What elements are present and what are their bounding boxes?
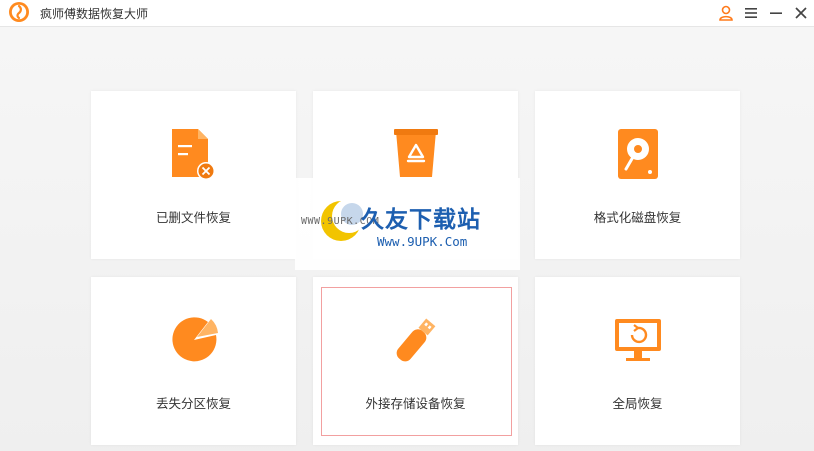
close-icon[interactable] xyxy=(791,3,811,23)
card-label: 格式化磁盘恢复 xyxy=(593,210,682,225)
card-format-disk-recovery[interactable]: 格式化磁盘恢复 xyxy=(535,91,740,259)
card-external-storage-recovery[interactable]: 外接存储设备恢复 xyxy=(313,277,518,445)
card-global-recovery[interactable]: 全局恢复 xyxy=(535,277,740,445)
app-logo-icon xyxy=(9,2,29,22)
user-icon[interactable] xyxy=(716,3,736,23)
minimize-icon[interactable] xyxy=(766,3,786,23)
card-deleted-file-recovery[interactable]: 已删文件恢复 xyxy=(91,91,296,259)
card-lost-partition-recovery[interactable]: 丢失分区恢复 xyxy=(91,277,296,445)
card-label: 丢失分区恢复 xyxy=(155,396,231,411)
monitor-restore-icon xyxy=(615,319,661,361)
lost-partition-icon xyxy=(172,317,218,362)
watermark-url: Www.9UPK.Com xyxy=(377,234,468,249)
title-bar: 疯师傅数据恢复大师 xyxy=(0,0,814,27)
watermark-title: 久友下载站 xyxy=(361,207,481,233)
deleted-file-icon xyxy=(172,129,215,180)
card-label: 已删文件恢复 xyxy=(155,210,231,225)
card-label: 全局恢复 xyxy=(612,396,663,411)
recycle-bin-icon xyxy=(394,129,438,177)
app-title: 疯师傅数据恢复大师 xyxy=(40,7,149,21)
usb-drive-icon xyxy=(396,318,436,362)
menu-icon[interactable] xyxy=(741,3,761,23)
card-label: 外接存储设备恢复 xyxy=(365,396,466,411)
format-disk-icon xyxy=(618,129,658,179)
watermark-overlay: WWW.9UPK.COM 久友下载站 Www.9UPK.Com xyxy=(295,178,520,270)
